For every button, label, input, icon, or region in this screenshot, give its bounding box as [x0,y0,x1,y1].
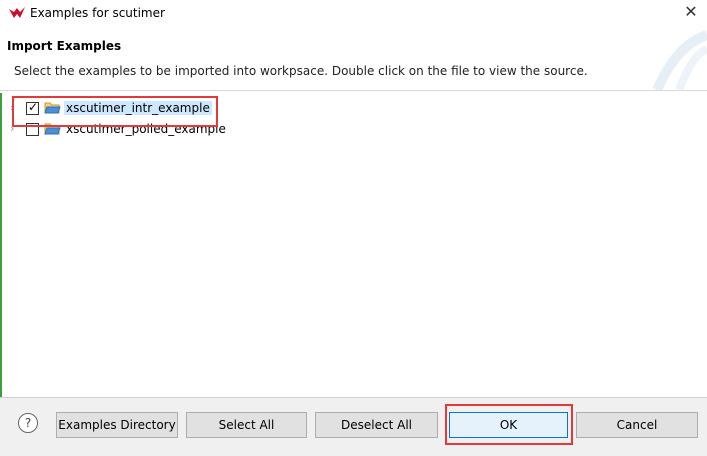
checkbox-polled-example[interactable] [26,123,39,136]
help-icon[interactable]: ? [18,413,38,433]
dialog-description: Select the examples to be imported into … [14,64,588,78]
tree-item-label[interactable]: xscutimer_intr_example [64,101,212,115]
cancel-button[interactable]: Cancel [576,412,698,438]
window-title: Examples for scutimer [30,6,165,20]
ok-button[interactable]: OK [449,412,568,438]
tree-item-intr-example[interactable]: › ✓ xscutimer_intr_example [2,99,702,118]
folder-icon [44,102,61,114]
checkbox-intr-example[interactable]: ✓ [26,100,39,115]
close-icon[interactable]: ✕ [681,2,701,22]
button-bar: ? Examples Directory Select All Deselect… [0,397,707,456]
examples-directory-button[interactable]: Examples Directory [56,412,178,438]
title-bar: Examples for scutimer ✕ [0,0,707,27]
expand-arrow-icon[interactable]: › [10,102,20,114]
deselect-all-button[interactable]: Deselect All [315,412,438,438]
tree-item-label[interactable]: xscutimer_polled_example [64,122,228,136]
app-logo-icon [9,7,25,18]
dialog-header: Import Examples Select the examples to b… [0,27,707,91]
tree-item-polled-example[interactable]: › xscutimer_polled_example [2,120,702,139]
header-decoration-icon [652,30,707,90]
checkmark-icon: ✓ [28,100,39,114]
examples-tree[interactable]: › ✓ xscutimer_intr_example › xscutimer_p… [0,93,706,397]
expand-arrow-icon[interactable]: › [10,123,20,135]
dialog-heading: Import Examples [7,39,122,53]
folder-icon [44,123,61,135]
select-all-button[interactable]: Select All [186,412,307,438]
